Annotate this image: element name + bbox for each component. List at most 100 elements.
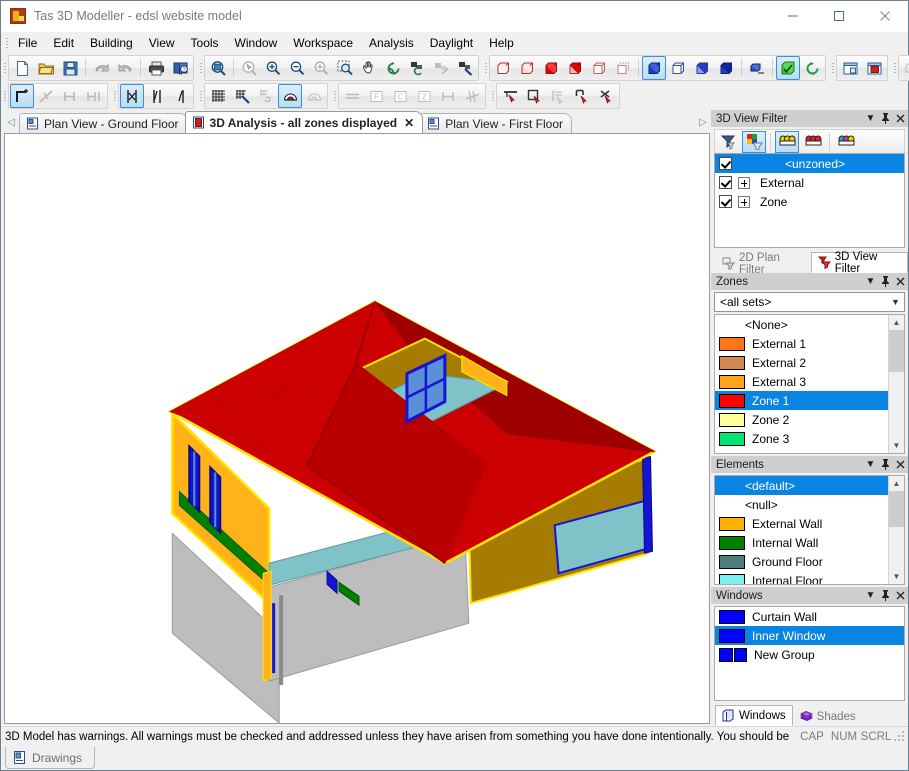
view-filter-list[interactable]: <unzoned> External Zone xyxy=(714,153,905,248)
scrollbar-track[interactable] xyxy=(889,527,904,569)
pin-icon[interactable] xyxy=(878,457,893,472)
scroll-tabs-left-icon[interactable]: ◁ xyxy=(3,112,19,133)
orbit-rotate-icon[interactable] xyxy=(381,56,405,80)
new-window-icon[interactable] xyxy=(838,56,862,80)
zone-set-selector[interactable]: <all sets> ▼ xyxy=(714,292,905,312)
pin-icon[interactable] xyxy=(878,274,893,289)
close-icon[interactable] xyxy=(893,111,908,126)
menu-window[interactable]: Window xyxy=(227,33,286,53)
select-box-icon[interactable] xyxy=(522,84,546,108)
draw-break-icon[interactable] xyxy=(34,84,58,108)
close-icon[interactable] xyxy=(862,1,908,31)
condition-label-icon[interactable]: C xyxy=(388,84,412,108)
zone-group-red-icon[interactable] xyxy=(801,131,825,153)
view-shaded-blue-icon[interactable] xyxy=(690,56,714,80)
zoom-out-icon[interactable] xyxy=(285,56,309,80)
select-top-icon[interactable] xyxy=(498,84,522,108)
element-row-internal-floor[interactable]: Internal Floor xyxy=(715,571,904,584)
toolbar-grip-icon[interactable] xyxy=(482,60,489,76)
checkbox[interactable] xyxy=(719,176,732,189)
select-cross-icon[interactable] xyxy=(594,84,618,108)
span-icon[interactable] xyxy=(436,84,460,108)
view-render-blue-icon[interactable] xyxy=(714,56,738,80)
elements-list[interactable]: <default> <null> External Wall Internal … xyxy=(714,475,905,585)
redo-icon[interactable] xyxy=(113,56,137,80)
element-row-external-wall[interactable]: External Wall xyxy=(715,514,904,533)
help-book-icon[interactable]: ? xyxy=(168,56,192,80)
chevron-down-icon[interactable]: ▼ xyxy=(863,588,878,603)
view-wireframe-icon[interactable] xyxy=(666,56,690,80)
zoom-window-icon[interactable] xyxy=(333,56,357,80)
menu-building[interactable]: Building xyxy=(82,33,141,53)
filter-all-icon[interactable] xyxy=(716,131,740,153)
menu-tools[interactable]: Tools xyxy=(183,33,227,53)
tab-3d-analysis[interactable]: 3D Analysis - all zones displayed ✕ xyxy=(184,111,424,133)
view-pick-icon[interactable] xyxy=(453,56,477,80)
snap-vertex-icon[interactable] xyxy=(168,84,192,108)
scrollbar-thumb[interactable] xyxy=(889,491,904,527)
dock-tab-3d-view-filter[interactable]: 3D View Filter xyxy=(810,251,908,275)
dimension-line-icon[interactable] xyxy=(340,84,364,108)
zone-row-zone-1[interactable]: Zone 1 xyxy=(715,391,904,410)
toolbar-grip-icon[interactable] xyxy=(111,88,118,104)
draw-wall-icon[interactable] xyxy=(10,84,34,108)
menu-analysis[interactable]: Analysis xyxy=(361,33,422,53)
menu-grip-icon[interactable] xyxy=(3,35,10,51)
scroll-tabs-right-icon[interactable]: ▷ xyxy=(695,112,711,133)
zone-hidden-icon[interactable] xyxy=(611,56,635,80)
zone-row-external-2[interactable]: External 2 xyxy=(715,353,904,372)
menu-file[interactable]: File xyxy=(10,33,45,53)
refresh-icon[interactable] xyxy=(800,56,824,80)
window-row-inner-window[interactable]: Inner Window xyxy=(715,626,904,645)
element-row-default[interactable]: <default> xyxy=(715,476,904,495)
toolbar-grip-icon[interactable] xyxy=(331,88,338,104)
chevron-down-icon[interactable]: ▼ xyxy=(887,297,904,307)
pin-icon[interactable] xyxy=(878,111,893,126)
ground-plane-icon[interactable] xyxy=(745,56,769,80)
scroll-down-icon[interactable]: ▼ xyxy=(889,569,904,584)
close-icon[interactable] xyxy=(893,588,908,603)
snap-midpoint-icon[interactable] xyxy=(120,84,144,108)
zone-shaded-icon[interactable] xyxy=(515,56,539,80)
windows-list[interactable]: Curtain Wall Inner Window New Group xyxy=(714,606,905,701)
checkbox[interactable] xyxy=(719,195,732,208)
grid-snap-icon[interactable] xyxy=(230,84,254,108)
toolbar-grip-icon[interactable] xyxy=(489,88,496,104)
tab-close-icon[interactable]: ✕ xyxy=(404,116,414,130)
filter-row-unzoned[interactable]: <unzoned> xyxy=(715,154,904,173)
menu-workspace[interactable]: Workspace xyxy=(285,33,361,53)
tab-plan-view-ground-floor[interactable]: Plan View - Ground Floor xyxy=(19,113,188,133)
expand-icon[interactable] xyxy=(738,176,750,189)
snap-endpoint-icon[interactable] xyxy=(144,84,168,108)
zone-group-yellow-icon[interactable] xyxy=(775,130,799,153)
elements-scrollbar[interactable]: ▲ ▼ xyxy=(888,476,904,584)
close-icon[interactable] xyxy=(893,457,908,472)
chevron-down-icon[interactable]: ▼ xyxy=(863,111,878,126)
expand-icon[interactable] xyxy=(738,195,750,208)
shade-tool-icon[interactable] xyxy=(278,84,302,108)
view-solid-blue-icon[interactable] xyxy=(642,56,666,80)
3d-model-viewport[interactable] xyxy=(4,133,710,724)
open-folder-icon[interactable] xyxy=(34,56,58,80)
filter-row-zone[interactable]: Zone xyxy=(715,192,904,211)
measure-icon[interactable] xyxy=(254,84,278,108)
zone-row-none[interactable]: <None> xyxy=(715,315,904,334)
scroll-up-icon[interactable]: ▲ xyxy=(889,315,904,330)
zone-label-icon[interactable]: Z xyxy=(412,84,436,108)
scrollbar-track[interactable] xyxy=(889,372,904,438)
select-edge-icon[interactable] xyxy=(570,84,594,108)
select-list-icon[interactable] xyxy=(546,84,570,108)
scroll-up-icon[interactable]: ▲ xyxy=(889,476,904,491)
checkbox[interactable] xyxy=(719,157,732,170)
pin-icon[interactable] xyxy=(878,588,893,603)
element-row-null[interactable]: <null> xyxy=(715,495,904,514)
active-window-icon[interactable] xyxy=(862,56,886,80)
bottom-dock-tab-drawings[interactable]: Drawings xyxy=(5,747,96,769)
zone-solid-red-icon[interactable] xyxy=(539,56,563,80)
filter-row-external[interactable]: External xyxy=(715,173,904,192)
filter-colour-icon[interactable] xyxy=(742,130,766,153)
zoom-in-icon[interactable] xyxy=(261,56,285,80)
new-file-icon[interactable] xyxy=(10,56,34,80)
chevron-down-icon[interactable]: ▼ xyxy=(863,274,878,289)
toolbar-grip-icon[interactable] xyxy=(1,88,8,104)
